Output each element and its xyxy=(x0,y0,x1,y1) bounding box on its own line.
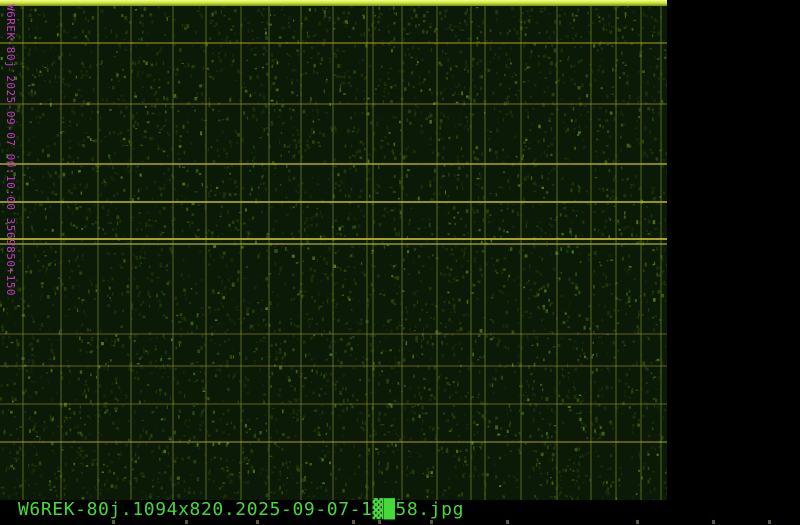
scale-tick xyxy=(506,520,509,524)
caption-bar: W6REK-80j.1094x820.2025-09-07-1▓█58.jpg xyxy=(0,500,800,525)
spectrogram-graphic xyxy=(0,0,667,500)
scale-tick xyxy=(352,520,355,524)
scale-tick xyxy=(185,520,188,524)
scale-tick xyxy=(112,520,115,524)
scale-tick xyxy=(636,520,639,524)
scale-tick xyxy=(712,520,715,524)
waterfall-spectrogram: W6REK-80j 2025-09-07 00:10:00 3569850+15… xyxy=(0,0,667,500)
station-timestamp-label: W6REK-80j 2025-09-07 00:10:00 3569850+15… xyxy=(4,4,17,297)
scale-tick xyxy=(430,520,433,524)
top-signal-band xyxy=(0,0,667,6)
scale-tick xyxy=(378,520,381,524)
image-filename: W6REK-80j.1094x820.2025-09-07-1▓█58.jpg xyxy=(18,499,465,520)
scale-tick xyxy=(768,520,771,524)
image-viewer: W6REK-80j 2025-09-07 00:10:00 3569850+15… xyxy=(0,0,800,525)
right-margin xyxy=(667,0,800,500)
scale-tick xyxy=(256,520,259,524)
